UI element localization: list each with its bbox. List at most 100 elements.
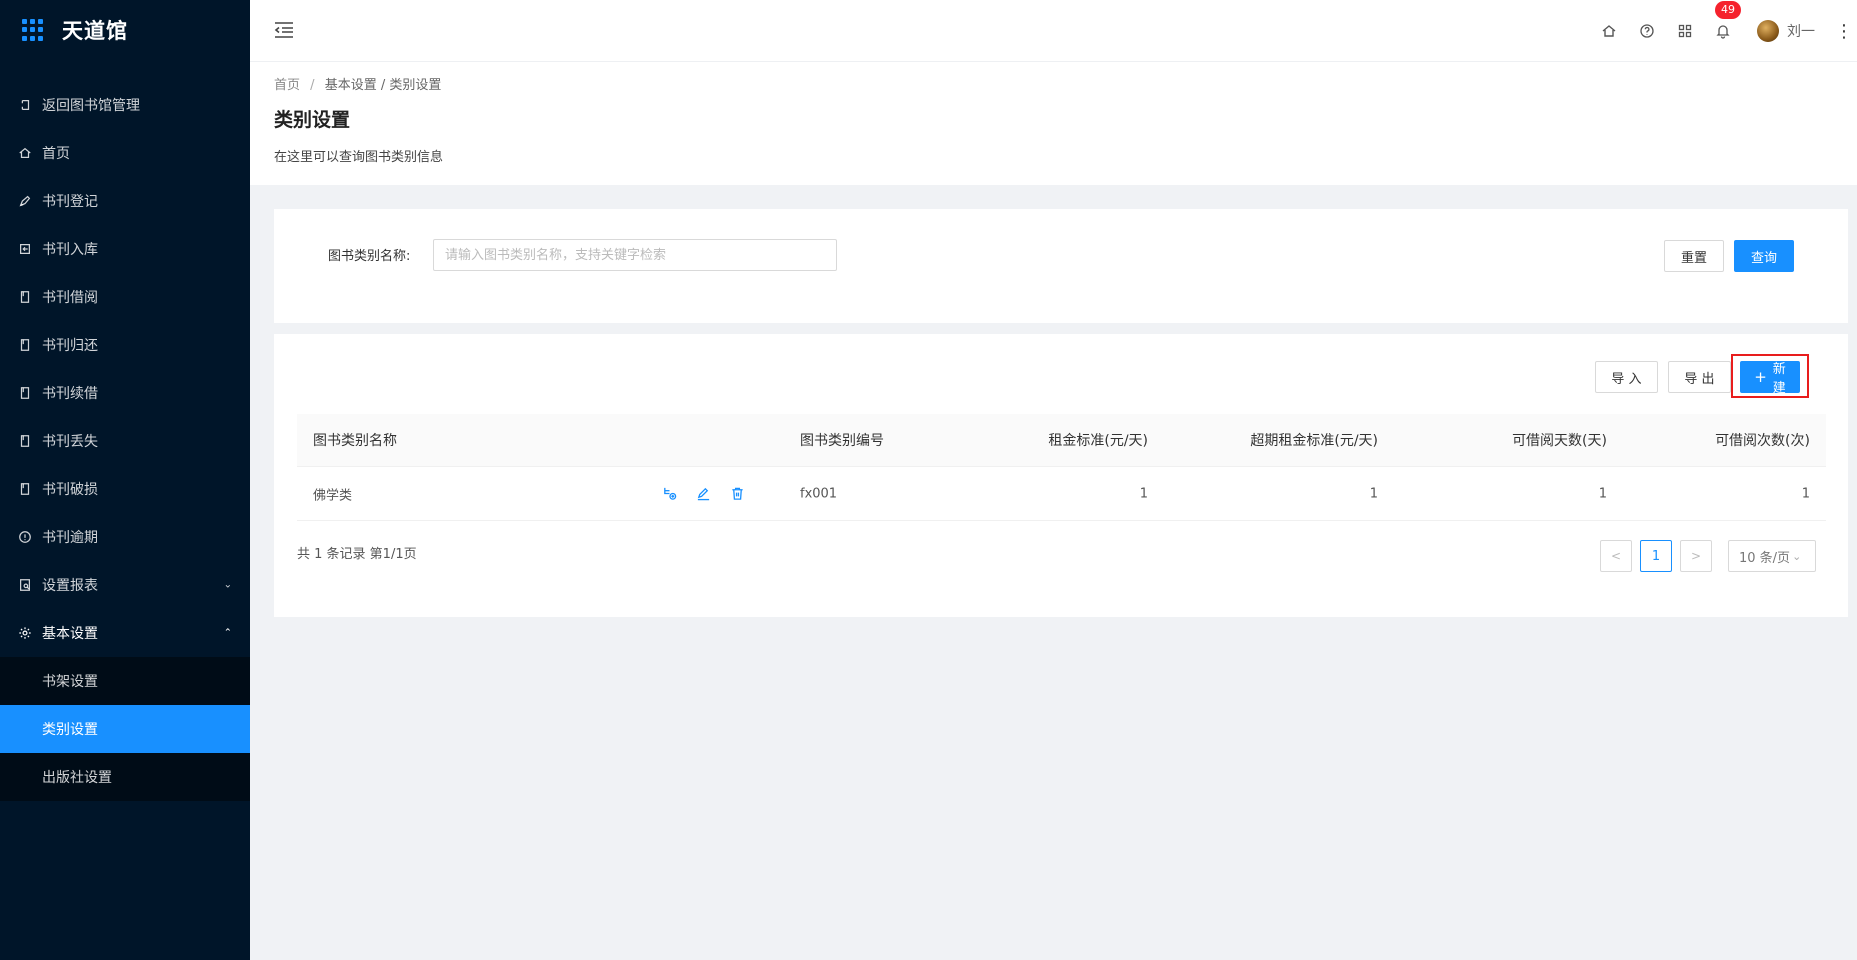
sidebar-item-book-lost[interactable]: 书刊丢失: [0, 417, 250, 465]
import-button[interactable]: 导 入: [1595, 361, 1658, 393]
sidebar-item-return-library[interactable]: 返回图书馆管理: [0, 81, 250, 129]
sidebar-item-book-borrow[interactable]: 书刊借阅: [0, 273, 250, 321]
cell-code: fx001: [800, 486, 838, 501]
sidebar-item-book-stock-in[interactable]: 书刊入库: [0, 225, 250, 273]
report-icon: [18, 578, 32, 592]
sidebar-item-home[interactable]: 首页: [0, 129, 250, 177]
sidebar-item-book-damaged[interactable]: 书刊破损: [0, 465, 250, 513]
sidebar-item-label: 书刊借阅: [42, 290, 98, 306]
pen-icon: [18, 194, 32, 208]
sidebar-item-book-return[interactable]: 书刊归还: [0, 321, 250, 369]
app-grid-icon: [22, 19, 44, 41]
sidebar-item-label: 出版社设置: [42, 770, 112, 786]
sidebar-item-label: 书刊逾期: [42, 530, 98, 546]
book-icon: [18, 290, 32, 304]
page-header: 首页 / 基本设置 / 类别设置 类别设置 在这里可以查询图书类别信息: [250, 62, 1857, 185]
next-page-button[interactable]: >: [1680, 540, 1712, 572]
sidebar-item-basic-settings[interactable]: 基本设置 ⌃: [0, 609, 250, 657]
sidebar-item-label: 书刊归还: [42, 338, 98, 354]
sidebar-item-label: 书刊入库: [42, 242, 98, 258]
new-button-label: 新建: [1772, 362, 1786, 396]
sidebar-item-label: 返回图书馆管理: [42, 98, 140, 114]
sidebar: 天道馆 返回图书馆管理 首页 书刊登记 书刊入库 书刊借阅 书刊归还 书刊续借 …: [0, 0, 250, 960]
sidebar-menu: 返回图书馆管理 首页 书刊登记 书刊入库 书刊借阅 书刊归还 书刊续借 书刊丢失…: [0, 81, 250, 801]
category-name-label: 图书类别名称:: [328, 249, 411, 264]
apps-grid-icon[interactable]: [1677, 23, 1693, 39]
breadcrumb: 首页 / 基本设置 / 类别设置: [274, 74, 1833, 93]
cell-overdue-rent: 1: [1369, 486, 1378, 501]
book-icon: [18, 386, 32, 400]
book-icon: [18, 434, 32, 448]
column-header-times: 可借阅次数(次): [1715, 433, 1810, 449]
page-size-value: 10 条/页: [1739, 550, 1791, 566]
sidebar-item-label: 书刊丢失: [42, 434, 98, 450]
sidebar-item-label: 基本设置: [42, 626, 98, 642]
sidebar-item-label: 类别设置: [42, 722, 98, 738]
sidebar-item-label: 首页: [42, 146, 70, 162]
alert-icon: [18, 530, 32, 544]
basic-settings-submenu: 书架设置 类别设置 出版社设置: [0, 657, 250, 801]
notification-badge: 49: [1715, 1, 1741, 19]
table-card: 导 入 导 出 + 新建 图书类别名称 图书类别编号 租金标准(元/天) 超期租…: [274, 334, 1848, 617]
sidebar-item-book-overdue[interactable]: 书刊逾期: [0, 513, 250, 561]
reset-button[interactable]: 重置: [1664, 240, 1724, 272]
logo[interactable]: 天道馆: [0, 0, 250, 60]
edit-icon[interactable]: [696, 486, 712, 502]
table-header: 图书类别名称 图书类别编号 租金标准(元/天) 超期租金标准(元/天) 可借阅天…: [297, 414, 1826, 467]
home-icon[interactable]: [1601, 23, 1617, 39]
row-actions: [662, 486, 764, 502]
cell-times: 1: [1801, 486, 1810, 501]
prev-page-button[interactable]: <: [1600, 540, 1632, 572]
menu-fold-icon[interactable]: [274, 21, 294, 39]
page-description: 在这里可以查询图书类别信息: [274, 150, 444, 165]
column-header-overdue-rent: 超期租金标准(元/天): [1250, 433, 1378, 449]
sidebar-item-book-renew[interactable]: 书刊续借: [0, 369, 250, 417]
top-header: 49 刘一 ⋮: [250, 0, 1857, 62]
sidebar-item-label: 书刊续借: [42, 386, 98, 402]
table-row: 佛学类 fx001 1 1 1 1: [297, 467, 1826, 521]
category-name-input[interactable]: [433, 239, 837, 271]
app-title: 天道馆: [62, 19, 128, 43]
sidebar-item-category-settings[interactable]: 类别设置: [0, 705, 250, 753]
page-size-select[interactable]: 10 条/页 ⌄: [1728, 540, 1816, 572]
bell-icon[interactable]: 49: [1715, 1, 1741, 39]
book-icon: [18, 338, 32, 352]
sidebar-item-shelf-settings[interactable]: 书架设置: [0, 657, 250, 705]
help-icon[interactable]: [1639, 23, 1655, 39]
breadcrumb-home[interactable]: 首页: [274, 78, 300, 93]
page-number-button[interactable]: 1: [1640, 540, 1672, 572]
import-icon: [18, 242, 32, 256]
book-icon: [18, 482, 32, 496]
username[interactable]: 刘一: [1787, 21, 1815, 41]
page-title: 类别设置: [274, 109, 351, 131]
cell-name: 佛学类: [313, 488, 353, 503]
sidebar-item-label: 书架设置: [42, 674, 98, 690]
sidebar-item-label: 书刊登记: [42, 194, 98, 210]
chevron-down-icon: ⌄: [1792, 549, 1802, 563]
sidebar-item-report-settings[interactable]: 设置报表 ⌄: [0, 561, 250, 609]
export-button[interactable]: 导 出: [1668, 361, 1731, 393]
sidebar-item-book-register[interactable]: 书刊登记: [0, 177, 250, 225]
breadcrumb-current: 基本设置 / 类别设置: [324, 78, 442, 93]
column-header-days: 可借阅天数(天): [1512, 433, 1607, 449]
sidebar-item-publisher-settings[interactable]: 出版社设置: [0, 753, 250, 801]
delete-icon[interactable]: [730, 486, 746, 502]
column-header-name: 图书类别名称: [313, 433, 397, 449]
more-vertical-icon[interactable]: ⋮: [1835, 21, 1853, 42]
pagination: < 1 > 10 条/页 ⌄: [1592, 540, 1816, 572]
avatar[interactable]: [1757, 20, 1779, 42]
query-button[interactable]: 查询: [1734, 240, 1794, 272]
new-button[interactable]: + 新建: [1740, 361, 1800, 396]
column-header-rent: 租金标准(元/天): [1048, 433, 1148, 449]
sidebar-item-label: 设置报表: [42, 578, 98, 594]
search-card: 图书类别名称: 重置 查询: [274, 209, 1848, 323]
header-actions: 49 刘一 ⋮: [1579, 0, 1857, 62]
breadcrumb-separator: /: [310, 78, 315, 93]
plus-icon: +: [1754, 368, 1767, 386]
gear-icon: [18, 626, 32, 640]
chevron-down-icon: ⌄: [223, 579, 232, 591]
sidebar-item-label: 书刊破损: [42, 482, 98, 498]
total-records: 共 1 条记录 第1/1页: [297, 547, 417, 562]
category-table: 图书类别名称 图书类别编号 租金标准(元/天) 超期租金标准(元/天) 可借阅天…: [297, 414, 1826, 521]
add-subcategory-icon[interactable]: [662, 486, 678, 502]
